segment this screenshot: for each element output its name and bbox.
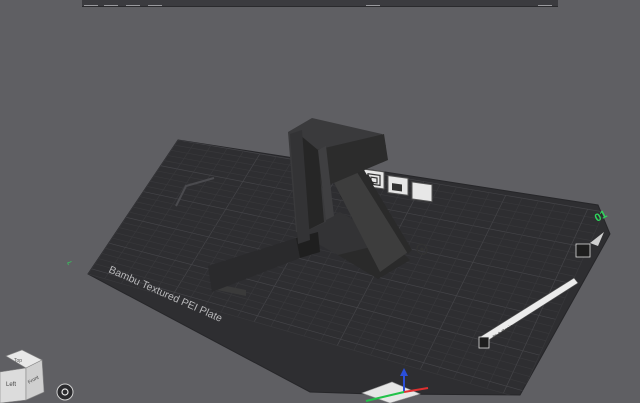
tag-icon-right[interactable]	[575, 243, 591, 258]
view-cube[interactable]: Top Left Front	[0, 349, 45, 403]
camera-reset-icon[interactable]	[56, 383, 74, 401]
lock-icon[interactable]	[387, 174, 409, 196]
view-cube-left-label: Left	[6, 382, 16, 388]
3d-viewport[interactable]: Bambu Textured PEI Plate 01 PLA Basic ⌐ …	[0, 0, 640, 403]
tag-icon-left[interactable]	[478, 336, 490, 349]
bed-origin-marker: ⌐	[65, 257, 73, 268]
view-cube-top-label: Top	[14, 358, 22, 364]
